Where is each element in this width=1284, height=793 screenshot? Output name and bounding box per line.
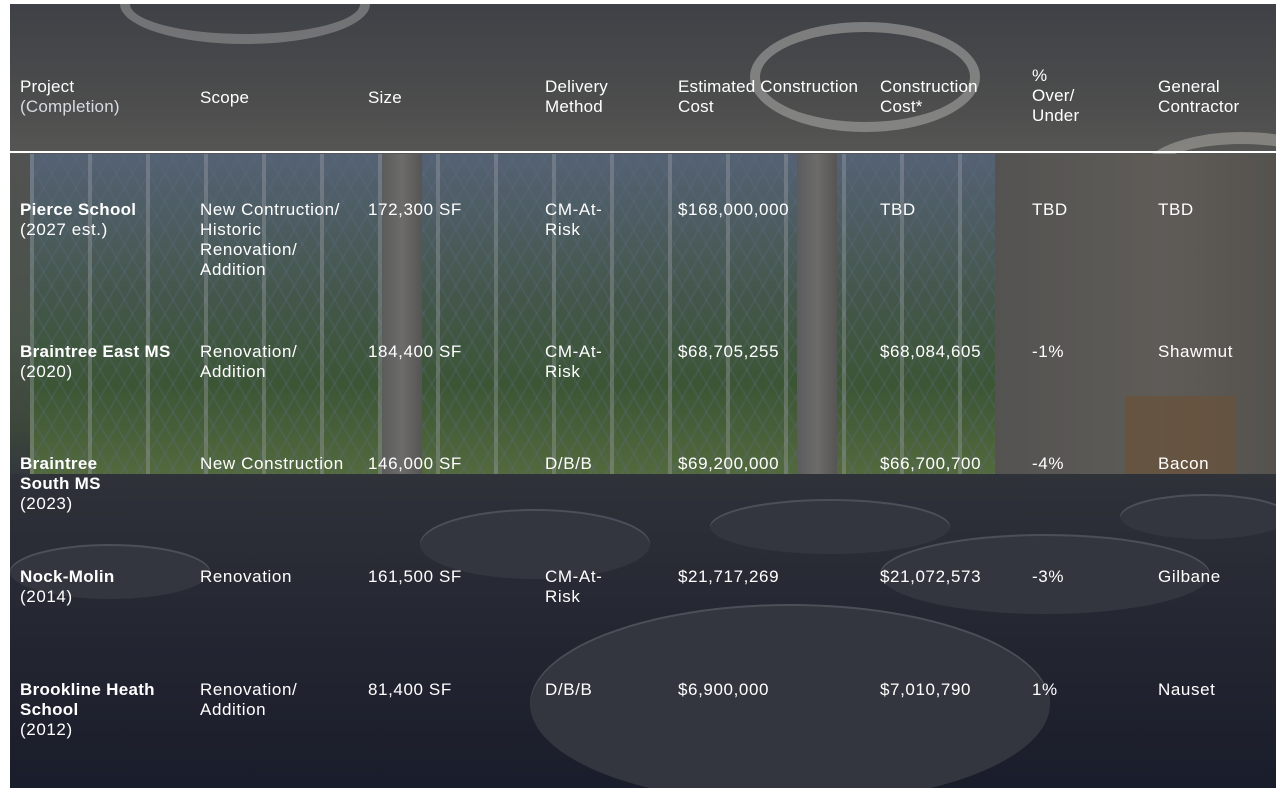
header-general-contractor: General Contractor <box>1158 77 1240 116</box>
table-cell-size: 146,000 SF <box>368 454 462 473</box>
project-completion: (2027 est.) <box>20 220 108 239</box>
project-name: Brookline Heath School <box>20 680 155 719</box>
header-size: Size <box>368 88 402 107</box>
table-cell-construction-cost: $66,700,700 <box>880 454 982 473</box>
table-cell-estimated-cost: $69,200,000 <box>678 454 780 473</box>
table-cell-construction-cost: $68,084,605 <box>880 342 982 361</box>
header-scope: Scope <box>200 88 250 107</box>
header-project: Project (Completion) <box>20 77 180 117</box>
header-construction-cost: Construction Cost* <box>880 77 978 116</box>
table-row-project: Braintree East MS (2020) <box>20 342 190 382</box>
table-cell-scope: New Contruction/ Historic Renovation/ Ad… <box>200 200 340 279</box>
table-cell-contractor: Gilbane <box>1158 567 1221 586</box>
project-completion: (2012) <box>20 720 73 739</box>
table-cell-estimated-cost: $6,900,000 <box>678 680 770 699</box>
header-delivery-method: Delivery Method <box>545 77 609 116</box>
table-cell-delivery: D/B/B <box>545 680 593 699</box>
table-cell-contractor: Bacon <box>1158 454 1210 473</box>
header-project-sub: (Completion) <box>20 97 120 116</box>
header-project-label: Project <box>20 77 75 96</box>
table-cell-size: 81,400 SF <box>368 680 452 699</box>
table-cell-size: 184,400 SF <box>368 342 462 361</box>
table-cell-over-under: 1% <box>1032 680 1058 699</box>
table-cell-estimated-cost: $21,717,269 <box>678 567 780 586</box>
table-cell-contractor: Shawmut <box>1158 342 1234 361</box>
table-row-project: Braintree South MS (2023) <box>20 454 130 514</box>
table-cell-over-under: TBD <box>1032 200 1068 219</box>
project-name: Braintree South MS <box>20 454 101 493</box>
slide: Project (Completion) Scope Size Delivery… <box>0 0 1284 793</box>
project-name: Pierce School <box>20 200 137 219</box>
table-cell-over-under: -3% <box>1032 567 1065 586</box>
table-cell-estimated-cost: $68,705,255 <box>678 342 780 361</box>
table-cell-scope: Renovation/ Addition <box>200 680 298 719</box>
table-cell-construction-cost: $7,010,790 <box>880 680 972 699</box>
table-cell-contractor: Nauset <box>1158 680 1216 699</box>
project-completion: (2014) <box>20 587 73 606</box>
table-cell-delivery: CM-At-Risk <box>545 342 603 381</box>
table-cell-estimated-cost: $168,000,000 <box>678 200 790 219</box>
table-cell-over-under: -4% <box>1032 454 1065 473</box>
table-row-project: Pierce School (2027 est.) <box>20 200 190 240</box>
project-table: Project (Completion) Scope Size Delivery… <box>0 0 1284 793</box>
table-cell-scope: New Construction <box>200 454 344 473</box>
header-estimated-cost: Estimated Construction Cost <box>678 77 859 116</box>
table-cell-delivery: CM-At-Risk <box>545 200 603 239</box>
table-cell-construction-cost: TBD <box>880 200 916 219</box>
project-name: Braintree East MS <box>20 342 171 361</box>
project-completion: (2023) <box>20 494 73 513</box>
table-cell-delivery: CM-At-Risk <box>545 567 603 606</box>
table-row-project: Brookline Heath School (2012) <box>20 680 175 740</box>
table-cell-over-under: -1% <box>1032 342 1065 361</box>
table-row-project: Nock-Molin (2014) <box>20 567 190 607</box>
table-cell-scope: Renovation <box>200 567 293 586</box>
table-cell-contractor: TBD <box>1158 200 1194 219</box>
table-cell-scope: Renovation/ Addition <box>200 342 298 381</box>
table-cell-construction-cost: $21,072,573 <box>880 567 982 586</box>
header-divider <box>10 151 1276 153</box>
table-cell-size: 161,500 SF <box>368 567 462 586</box>
table-cell-delivery: D/B/B <box>545 454 593 473</box>
table-cell-size: 172,300 SF <box>368 200 462 219</box>
header-over-under: % Over/ Under <box>1032 66 1080 125</box>
project-completion: (2020) <box>20 362 73 381</box>
project-name: Nock-Molin <box>20 567 115 586</box>
